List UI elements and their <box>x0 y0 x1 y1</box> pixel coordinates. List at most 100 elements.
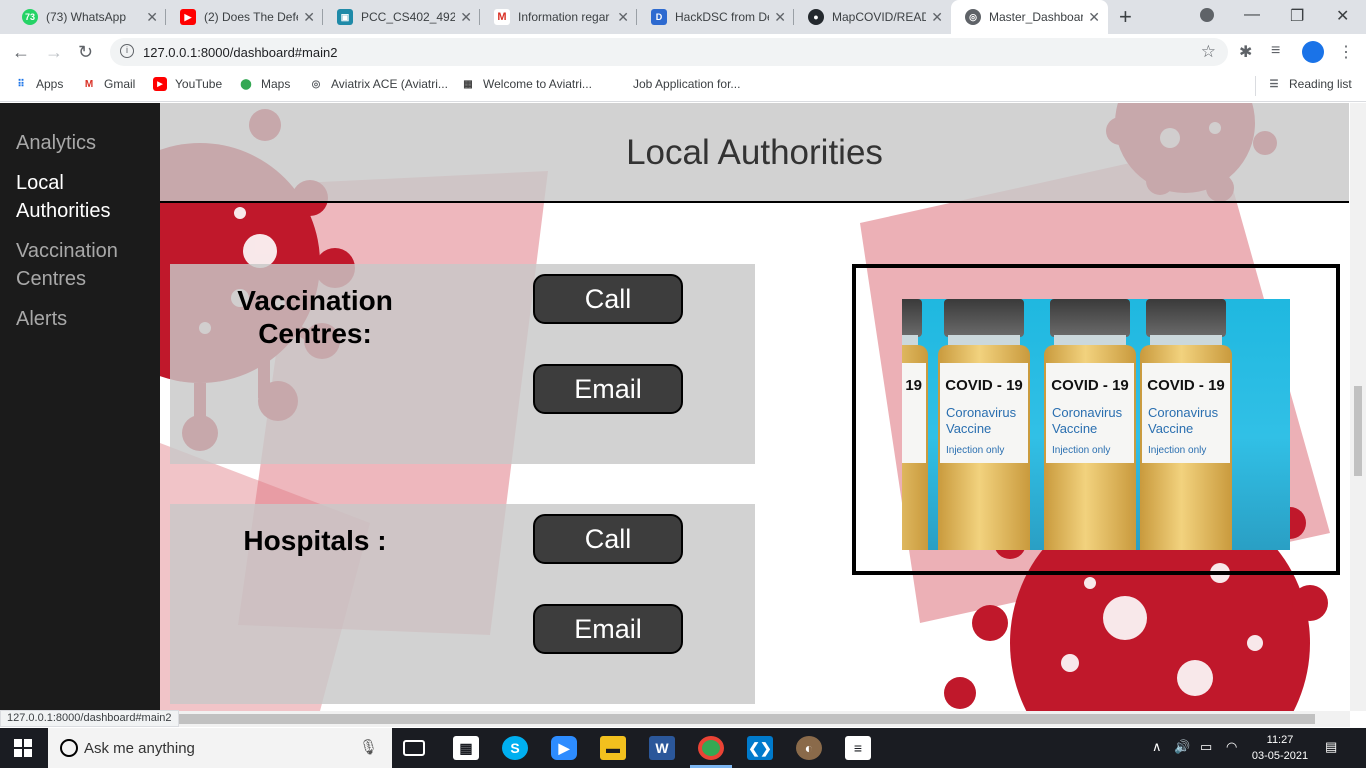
tab-gmail[interactable]: M Information regar ✕ <box>480 0 637 34</box>
taskbar-search[interactable]: Ask me anything 🎙 <box>48 728 392 768</box>
vaccine-vial: COVID - 19 Coronavirus Vaccine Injection… <box>1042 299 1138 550</box>
scroll-thumb[interactable] <box>170 714 1315 724</box>
bookmark-youtube[interactable]: ▶ YouTube <box>153 77 222 91</box>
bookmark-label: Apps <box>36 77 64 91</box>
tab-search-icon[interactable] <box>1200 8 1214 22</box>
youtube-icon: ▶ <box>153 77 167 91</box>
vaccine-vial: 19 <box>902 299 930 550</box>
sidebar-item-alerts[interactable]: Alerts <box>16 305 146 333</box>
apps-grid-icon: ⠿ <box>17 78 25 90</box>
window-close-button[interactable]: ✕ <box>1336 6 1349 26</box>
tab-youtube[interactable]: ▶ (2) Does The Defe ✕ <box>166 0 323 34</box>
close-icon[interactable]: ✕ <box>460 9 472 26</box>
bookmark-apps[interactable]: ⠿ Apps <box>14 77 63 91</box>
sidebar-item-analytics[interactable]: Analytics <box>16 129 146 157</box>
bookmark-label: Gmail <box>104 77 136 91</box>
bookmark-label: YouTube <box>175 77 223 91</box>
youtube-icon: ▶ <box>180 9 196 25</box>
notifications-icon[interactable]: ▤ <box>1325 739 1337 755</box>
email-button[interactable]: Email <box>533 604 683 654</box>
tab-classroom[interactable]: ▣ PCC_CS402_492(2 ✕ <box>323 0 480 34</box>
reload-icon[interactable]: ↻ <box>78 42 93 63</box>
tab-title: (2) Does The Defe <box>204 10 298 24</box>
bookmark-job-application[interactable]: Job Application for... <box>633 77 740 91</box>
tab-title: HackDSC from De <box>675 10 769 24</box>
tray-chevron-icon[interactable]: ∧ <box>1152 739 1162 755</box>
word-icon[interactable]: W <box>649 736 675 760</box>
clock-date: 03-05-2021 <box>1251 750 1309 762</box>
close-icon[interactable]: ✕ <box>303 9 315 26</box>
page-viewport: Analytics Local Authorities Vaccination … <box>0 103 1350 711</box>
forward-icon[interactable]: → <box>45 42 63 63</box>
avatar[interactable] <box>1302 41 1324 63</box>
reading-list[interactable]: ☰ Reading list <box>1267 77 1352 91</box>
vertical-scrollbar[interactable] <box>1350 103 1366 711</box>
info-icon[interactable]: i <box>120 44 134 58</box>
maximize-button[interactable]: ❐ <box>1290 6 1304 26</box>
wifi-icon[interactable]: ◠ <box>1226 739 1237 755</box>
bookmark-label: Reading list <box>1289 77 1352 91</box>
close-icon[interactable]: ✕ <box>1088 9 1100 26</box>
menu-icon[interactable]: ⋮ <box>1338 42 1354 62</box>
bookmark-maps[interactable]: ⬤ Maps <box>239 77 290 91</box>
cortana-icon <box>60 739 78 757</box>
horizontal-scrollbar[interactable] <box>0 711 1350 727</box>
paint-icon[interactable]: ◐ <box>796 736 822 760</box>
vaccination-centres-card: Vaccination Centres: Call Email <box>170 264 755 464</box>
status-url: 127.0.0.1:8000/dashboard#main2 <box>0 710 179 727</box>
vaccine-vial: COVID - 19 Coronavirus Vaccine Injection… <box>936 299 1032 550</box>
bookmark-label: Maps <box>261 77 291 91</box>
minimize-button[interactable]: — <box>1244 6 1260 24</box>
sidebar-item-local-authorities[interactable]: Local Authorities <box>16 169 146 225</box>
microphone-icon[interactable]: 🎙 <box>359 738 378 756</box>
sidebar-nav: Analytics Local Authorities Vaccination … <box>0 103 160 711</box>
call-button[interactable]: Call <box>533 514 683 564</box>
tab-github[interactable]: ● MapCOVID/READ ✕ <box>794 0 951 34</box>
tab-whatsapp[interactable]: 73 (73) WhatsApp ✕ <box>8 0 166 34</box>
zoom-icon[interactable]: ▶ <box>551 736 577 760</box>
scroll-thumb[interactable] <box>1354 386 1362 476</box>
bookmarks-bar: ⠿ Apps M Gmail ▶ YouTube ⬤ Maps ◎ Aviatr… <box>0 70 1366 102</box>
tab-master-dashboard[interactable]: ◎ Master_Dashboard ✕ <box>951 0 1108 34</box>
task-view-icon[interactable] <box>403 740 425 756</box>
call-button[interactable]: Call <box>533 274 683 324</box>
file-explorer-icon[interactable]: ▬ <box>600 736 626 760</box>
tab-title: Information regar <box>518 10 610 24</box>
windows-taskbar: Ask me anything 🎙 ▦ S ▶ ▬ W ❮❯ ◐ ≡ ∧ 🔊 ▭… <box>0 728 1366 768</box>
notepad-icon[interactable]: ≡ <box>845 736 871 760</box>
windows-start-icon[interactable] <box>14 739 32 757</box>
map-pin-icon: ⬤ <box>240 78 252 90</box>
close-icon[interactable]: ✕ <box>617 9 629 26</box>
close-icon[interactable]: ✕ <box>146 9 158 26</box>
volume-icon[interactable]: 🔊 <box>1174 739 1190 755</box>
bookmark-gmail[interactable]: M Gmail <box>82 77 136 91</box>
new-tab-button[interactable]: + <box>1119 4 1132 30</box>
skype-icon[interactable]: S <box>502 736 528 760</box>
whatsapp-icon: 73 <box>22 9 38 25</box>
search-placeholder: Ask me anything <box>84 740 195 757</box>
email-button[interactable]: Email <box>533 364 683 414</box>
url-text: 127.0.0.1:8000/dashboard#main2 <box>143 45 338 60</box>
media-control-icon[interactable]: ≡ <box>1271 42 1280 60</box>
bookmark-aviatrix-ace[interactable]: ◎ Aviatrix ACE (Aviatri... <box>309 77 448 91</box>
vscode-icon[interactable]: ❮❯ <box>747 736 773 760</box>
close-icon[interactable]: ✕ <box>774 9 786 26</box>
address-bar[interactable]: i 127.0.0.1:8000/dashboard#main2 ☆ <box>110 38 1228 66</box>
store-icon[interactable]: ▦ <box>453 736 479 760</box>
tab-title: Master_Dashboard <box>989 10 1083 24</box>
chrome-icon[interactable] <box>698 736 724 760</box>
battery-icon[interactable]: ▭ <box>1200 739 1212 755</box>
vaccine-vials-image: 19 COVID - 19 Coronavirus Vaccine Inject… <box>902 299 1290 550</box>
image-frame: 19 COVID - 19 Coronavirus Vaccine Inject… <box>852 264 1340 575</box>
back-icon[interactable]: ← <box>12 42 30 63</box>
extensions-icon[interactable]: ✱ <box>1239 42 1252 62</box>
bookmark-welcome-aviatrix[interactable]: ▦ Welcome to Aviatri... <box>461 77 592 91</box>
hospitals-card: Hospitals : Call Email <box>170 504 755 704</box>
system-clock[interactable]: 11:27 03-05-2021 <box>1248 732 1312 764</box>
sidebar-item-vaccination-centres[interactable]: Vaccination Centres <box>16 237 146 293</box>
tab-hackdsc[interactable]: D HackDSC from De ✕ <box>637 0 794 34</box>
bookmark-star-icon[interactable]: ☆ <box>1201 42 1216 62</box>
close-icon[interactable]: ✕ <box>931 9 943 26</box>
tab-strip: 73 (73) WhatsApp ✕ ▶ (2) Does The Defe ✕… <box>0 0 1366 34</box>
github-icon: ● <box>808 9 824 25</box>
